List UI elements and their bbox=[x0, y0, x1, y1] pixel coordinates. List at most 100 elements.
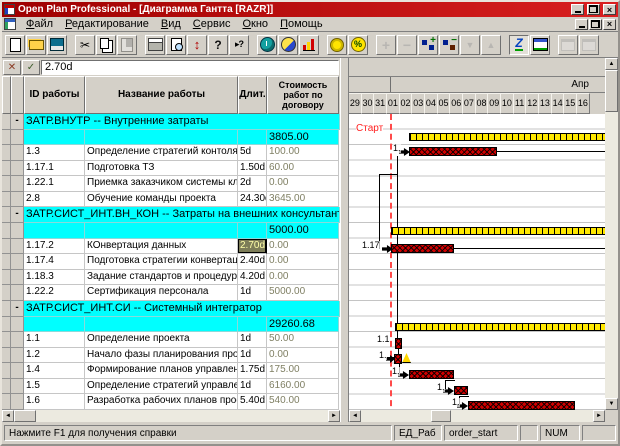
new-document-button[interactable] bbox=[5, 35, 25, 55]
pane-splitter[interactable] bbox=[340, 58, 349, 422]
day-cell[interactable]: 09 bbox=[487, 93, 501, 114]
cost-cell[interactable]: 3805.00 bbox=[267, 130, 339, 146]
menu-item-edit[interactable]: Редактирование bbox=[59, 17, 155, 31]
row-selector-cell[interactable] bbox=[2, 254, 11, 270]
task-bar[interactable] bbox=[454, 386, 468, 395]
task-name-cell[interactable] bbox=[85, 130, 238, 146]
group-label-cell[interactable]: ЗАТР.ВНУТР -- Внутренние затраты bbox=[24, 114, 340, 130]
task-name-cell[interactable]: Начало фазы планирования проекта bbox=[85, 348, 238, 364]
cost-cell[interactable]: 0.00 bbox=[267, 239, 339, 255]
task-id-cell[interactable] bbox=[24, 130, 85, 146]
day-cell[interactable]: 02 bbox=[399, 93, 413, 114]
day-cell[interactable]: 05 bbox=[437, 93, 451, 114]
menu-item-file[interactable]: Файл bbox=[20, 17, 59, 31]
duration-cell[interactable]: 2.40d bbox=[238, 254, 267, 270]
collapse-cell[interactable]: - bbox=[11, 301, 24, 317]
duration-cell[interactable]: 5.40d bbox=[238, 394, 267, 410]
mdi-close-button[interactable]: × bbox=[603, 19, 616, 30]
open-folder-button[interactable] bbox=[26, 35, 46, 55]
duration-cell[interactable]: 1d bbox=[238, 285, 267, 301]
day-cell[interactable]: 16 bbox=[576, 93, 590, 114]
task-name-cell[interactable]: Формирование планов управления bbox=[85, 363, 238, 379]
time-analysis-button[interactable] bbox=[257, 35, 277, 55]
day-cell[interactable]: 06 bbox=[449, 93, 463, 114]
percent-button[interactable] bbox=[348, 35, 368, 55]
task-id-cell[interactable] bbox=[24, 223, 85, 239]
task-bar[interactable] bbox=[391, 244, 454, 253]
scrollbar-track[interactable] bbox=[36, 410, 328, 422]
confirm-edit-button[interactable]: ✓ bbox=[22, 60, 40, 75]
duration-cell[interactable]: 1.75d bbox=[238, 363, 267, 379]
day-cell[interactable]: 07 bbox=[462, 93, 476, 114]
task-id-cell[interactable]: 1.17.4 bbox=[24, 254, 85, 270]
collapse-cell[interactable]: - bbox=[11, 207, 24, 223]
row-selector-cell[interactable] bbox=[2, 301, 11, 317]
duration-cell[interactable]: 4.20d bbox=[238, 270, 267, 286]
menu-item-tools[interactable]: Сервис bbox=[187, 17, 237, 31]
restore-button[interactable] bbox=[587, 4, 600, 15]
day-cell[interactable]: 03 bbox=[411, 93, 425, 114]
duration-cell[interactable]: 1.50d bbox=[238, 161, 267, 177]
task-bar-small[interactable] bbox=[394, 354, 402, 364]
cost-cell[interactable]: 50.00 bbox=[267, 332, 339, 348]
scroll-right-icon[interactable]: ► bbox=[593, 410, 605, 422]
task-name-cell[interactable]: Обучение команды проекта bbox=[85, 192, 238, 208]
duration-cell[interactable]: 5d bbox=[238, 145, 267, 161]
scrollbar-thumb[interactable] bbox=[14, 410, 36, 422]
cost-cell[interactable]: 100.00 bbox=[267, 145, 339, 161]
row-selector-cell[interactable] bbox=[2, 270, 11, 286]
task-id-cell[interactable]: 1.2 bbox=[24, 348, 85, 364]
duration-cell[interactable] bbox=[238, 223, 267, 239]
day-cell[interactable]: 11 bbox=[513, 93, 527, 114]
row-selector-cell[interactable] bbox=[2, 394, 11, 410]
scrollbar-track[interactable] bbox=[361, 410, 431, 422]
close-button[interactable]: × bbox=[603, 4, 616, 15]
scroll-left-icon[interactable]: ◄ bbox=[349, 410, 361, 422]
row-selector-cell[interactable] bbox=[2, 348, 11, 364]
cost-cell[interactable]: 3645.00 bbox=[267, 192, 339, 208]
task-id-cell[interactable]: 1.6 bbox=[24, 394, 85, 410]
cost-cell[interactable]: 60.00 bbox=[267, 161, 339, 177]
cost-cell[interactable]: 29260.68 bbox=[267, 317, 339, 333]
task-name-cell[interactable]: Сертификация персонала bbox=[85, 285, 238, 301]
bar-views-button[interactable] bbox=[530, 35, 550, 55]
task-id-cell[interactable]: 1.3 bbox=[24, 145, 85, 161]
task-id-cell[interactable]: 1.4 bbox=[24, 363, 85, 379]
print-button[interactable] bbox=[145, 35, 165, 55]
context-help-button[interactable] bbox=[229, 35, 249, 55]
row-selector-cell[interactable] bbox=[2, 207, 11, 223]
row-selector-cell[interactable] bbox=[2, 239, 11, 255]
mdi-minimize-button[interactable] bbox=[575, 19, 588, 30]
gantt-vertical-scrollbar[interactable]: ▲ ▼ bbox=[605, 58, 618, 410]
column-header-name[interactable]: Название работы bbox=[85, 76, 238, 114]
task-name-cell[interactable]: Задание стандартов и процедур по д bbox=[85, 270, 238, 286]
copy-button[interactable] bbox=[96, 35, 116, 55]
day-cell[interactable]: 04 bbox=[424, 93, 438, 114]
histogram-button[interactable] bbox=[299, 35, 319, 55]
task-name-cell[interactable]: Подготовка стратегии конвертации bbox=[85, 254, 238, 270]
print-preview-button[interactable] bbox=[166, 35, 186, 55]
row-selector-cell[interactable] bbox=[2, 332, 11, 348]
day-cell[interactable]: 14 bbox=[551, 93, 565, 114]
task-id-cell[interactable]: 1.1 bbox=[24, 332, 85, 348]
scroll-right-icon[interactable]: ► bbox=[328, 410, 340, 422]
summary-bar[interactable] bbox=[395, 323, 605, 331]
z-order-button[interactable] bbox=[509, 35, 529, 55]
menu-item-window[interactable]: Окно bbox=[236, 17, 274, 31]
row-selector-cell[interactable] bbox=[2, 379, 11, 395]
column-header-id[interactable]: ID работы bbox=[24, 76, 85, 114]
task-name-cell[interactable]: Разработка рабочих планов проекта bbox=[85, 394, 238, 410]
network-collapse-button[interactable] bbox=[439, 35, 459, 55]
day-cell[interactable]: 10 bbox=[500, 93, 514, 114]
cost-cell[interactable]: 6160.00 bbox=[267, 379, 339, 395]
task-bar[interactable] bbox=[409, 370, 454, 379]
document-icon[interactable] bbox=[4, 18, 16, 30]
cost-cell[interactable]: 0.00 bbox=[267, 270, 339, 286]
scroll-left-icon[interactable]: ◄ bbox=[2, 410, 14, 422]
task-id-cell[interactable]: 2.8 bbox=[24, 192, 85, 208]
day-cell[interactable]: 15 bbox=[563, 93, 577, 114]
day-cell[interactable]: 08 bbox=[475, 93, 489, 114]
scrollbar-thumb[interactable] bbox=[605, 70, 618, 112]
row-selector-cell[interactable] bbox=[2, 223, 11, 239]
task-bar[interactable] bbox=[409, 147, 497, 156]
